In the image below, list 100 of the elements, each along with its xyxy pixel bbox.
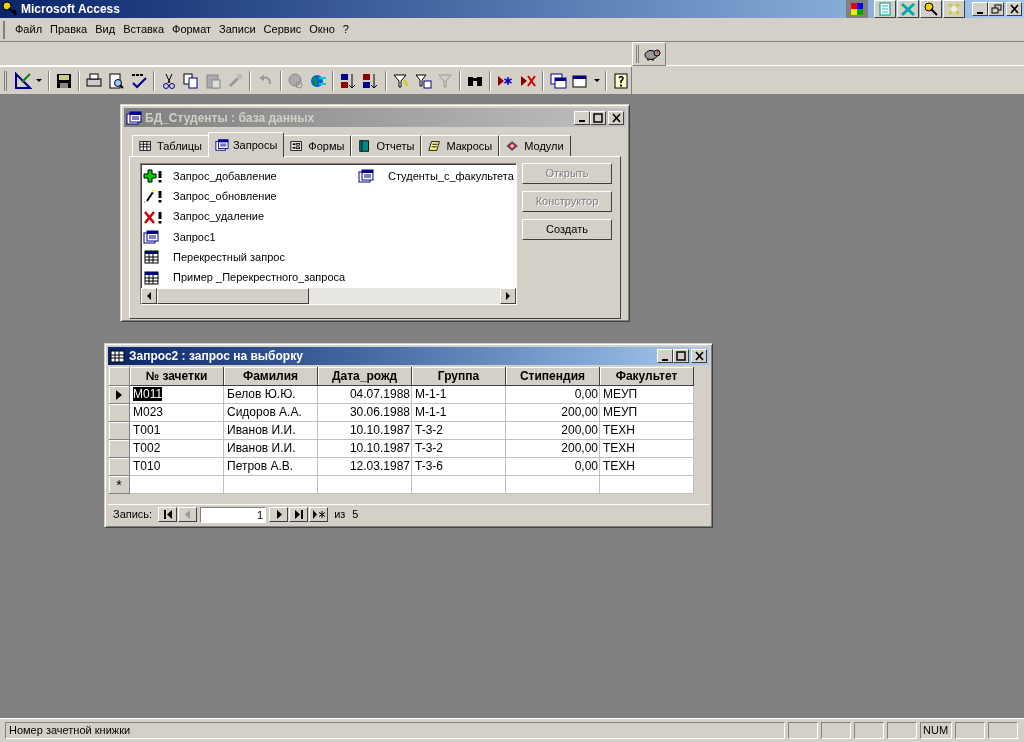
maximize-icon bbox=[675, 350, 687, 362]
select-all-corner[interactable] bbox=[109, 367, 130, 386]
status-panel bbox=[788, 722, 818, 739]
form-icon bbox=[290, 139, 305, 153]
current-record-arrow-icon bbox=[116, 389, 122, 400]
list-item[interactable]: Запрос1 bbox=[173, 228, 216, 246]
horizontal-scrollbar[interactable] bbox=[141, 288, 516, 304]
tab[interactable]: Запросы bbox=[207, 132, 285, 157]
tab[interactable]: Макросы bbox=[421, 135, 500, 156]
table-cell: Сидоров А.А. bbox=[224, 404, 318, 422]
minimize-button[interactable] bbox=[657, 349, 673, 363]
column-header[interactable]: Фамилия bbox=[224, 367, 318, 386]
restore-icon bbox=[990, 3, 1002, 15]
table-cell: T010 bbox=[130, 458, 224, 476]
module-icon bbox=[506, 139, 521, 153]
sort-descending-icon bbox=[361, 71, 380, 90]
globe-icon bbox=[286, 71, 305, 90]
spreadsheet-button[interactable] bbox=[897, 0, 919, 18]
piggy-bank-icon bbox=[643, 46, 661, 61]
close-button[interactable] bbox=[608, 110, 624, 125]
table-cell: Иванов И.И. bbox=[224, 440, 318, 458]
record-count: 5 bbox=[352, 507, 359, 523]
list-item[interactable]: Запрос_обновление bbox=[173, 188, 277, 205]
record-label: Запись: bbox=[113, 507, 153, 523]
table-cell: T-3-2 bbox=[412, 440, 506, 458]
document-button[interactable] bbox=[874, 0, 896, 18]
table-cell: T-3-6 bbox=[412, 458, 506, 476]
column-header[interactable]: Стипендия bbox=[506, 367, 600, 386]
table-cell: ТЕХН bbox=[600, 440, 694, 458]
update-query-icon bbox=[143, 189, 163, 204]
menu-item[interactable]: ? bbox=[338, 21, 353, 38]
database-window-icon bbox=[548, 71, 567, 90]
column-header[interactable]: Дата_рожд bbox=[318, 367, 412, 386]
menu-item[interactable]: Записи bbox=[215, 21, 260, 38]
table-cell: ТЕХН bbox=[600, 458, 694, 476]
column-header[interactable]: № зачетки bbox=[130, 367, 224, 386]
menu-item[interactable]: Вид bbox=[91, 21, 120, 38]
design-view-button[interactable] bbox=[12, 69, 34, 92]
close-icon bbox=[610, 111, 622, 124]
previous-record-button[interactable] bbox=[178, 507, 198, 522]
table-cell: 200,00 bbox=[506, 440, 600, 458]
format-painter-icon bbox=[226, 71, 245, 90]
list-item[interactable]: Перекрестный запрос bbox=[173, 249, 285, 266]
table-cell: 10.10.1987 bbox=[318, 422, 412, 440]
record-selector[interactable] bbox=[109, 386, 130, 404]
menu-item[interactable]: Правка bbox=[46, 21, 92, 38]
menu-item[interactable]: Окно bbox=[305, 21, 339, 38]
sparkle-button[interactable] bbox=[943, 0, 965, 18]
scroll-right-button[interactable] bbox=[500, 288, 516, 304]
table-cell: M-1-1 bbox=[412, 386, 506, 404]
table-cell: 200,00 bbox=[506, 404, 600, 422]
window-title: Microsoft Access bbox=[21, 1, 120, 18]
num-lock-indicator: NUM bbox=[920, 722, 952, 739]
filter-by-selection-icon bbox=[391, 71, 410, 90]
document-icon bbox=[877, 1, 893, 17]
maximize-button[interactable] bbox=[590, 110, 606, 125]
close-button[interactable] bbox=[691, 349, 707, 363]
restore-button[interactable] bbox=[988, 2, 1004, 16]
scroll-left-button[interactable] bbox=[141, 288, 157, 304]
tab[interactable]: Таблицы bbox=[132, 135, 209, 156]
menu-item[interactable]: Вставка bbox=[119, 21, 168, 38]
minimize-button[interactable] bbox=[574, 110, 590, 125]
action-button[interactable]: Создать bbox=[522, 219, 612, 240]
tab[interactable]: Отчеты bbox=[351, 135, 422, 156]
next-record-button[interactable] bbox=[269, 507, 289, 522]
list-item[interactable]: Запрос_удаление bbox=[173, 208, 265, 225]
tab[interactable]: Модули bbox=[499, 135, 571, 156]
column-header[interactable]: Группа bbox=[412, 367, 506, 386]
left-arrow-icon bbox=[146, 292, 152, 300]
list-item[interactable]: Запрос_добавление bbox=[173, 167, 277, 185]
sparkle-icon bbox=[946, 1, 962, 17]
record-count-label: из bbox=[334, 507, 346, 523]
record-number-field[interactable]: 1 bbox=[200, 506, 267, 523]
first-record-button[interactable] bbox=[158, 507, 178, 522]
menu-item[interactable]: Формат bbox=[168, 21, 216, 38]
new-record-button[interactable] bbox=[309, 507, 329, 522]
list-item[interactable]: Студенты_с_факультета bbox=[388, 167, 514, 185]
tab[interactable]: Формы bbox=[283, 135, 352, 156]
close-button[interactable] bbox=[1006, 2, 1022, 16]
help-icon bbox=[612, 71, 630, 90]
table-cell: 10.10.1987 bbox=[318, 440, 412, 458]
spreadsheet-icon bbox=[900, 1, 916, 17]
maximize-button[interactable] bbox=[673, 349, 689, 363]
menu-item[interactable]: Сервис bbox=[259, 21, 306, 38]
status-panel bbox=[887, 722, 917, 739]
minimize-icon bbox=[977, 11, 983, 14]
list-item[interactable]: Пример _Перекрестного_запроса bbox=[173, 269, 346, 286]
scroll-thumb[interactable] bbox=[157, 288, 309, 304]
append-query-icon bbox=[143, 169, 163, 183]
table-cell: Иванов И.И. bbox=[224, 422, 318, 440]
status-panel bbox=[854, 722, 884, 739]
minimize-icon bbox=[579, 120, 585, 122]
minimize-button[interactable] bbox=[972, 2, 988, 16]
menu-item[interactable]: Файл bbox=[11, 21, 47, 38]
print-icon bbox=[85, 71, 104, 90]
last-record-button[interactable] bbox=[289, 507, 309, 522]
column-header[interactable]: Факультет bbox=[600, 367, 694, 386]
macro-icon bbox=[428, 139, 443, 153]
status-panel bbox=[988, 722, 1018, 739]
office-logo-button[interactable] bbox=[846, 0, 868, 18]
